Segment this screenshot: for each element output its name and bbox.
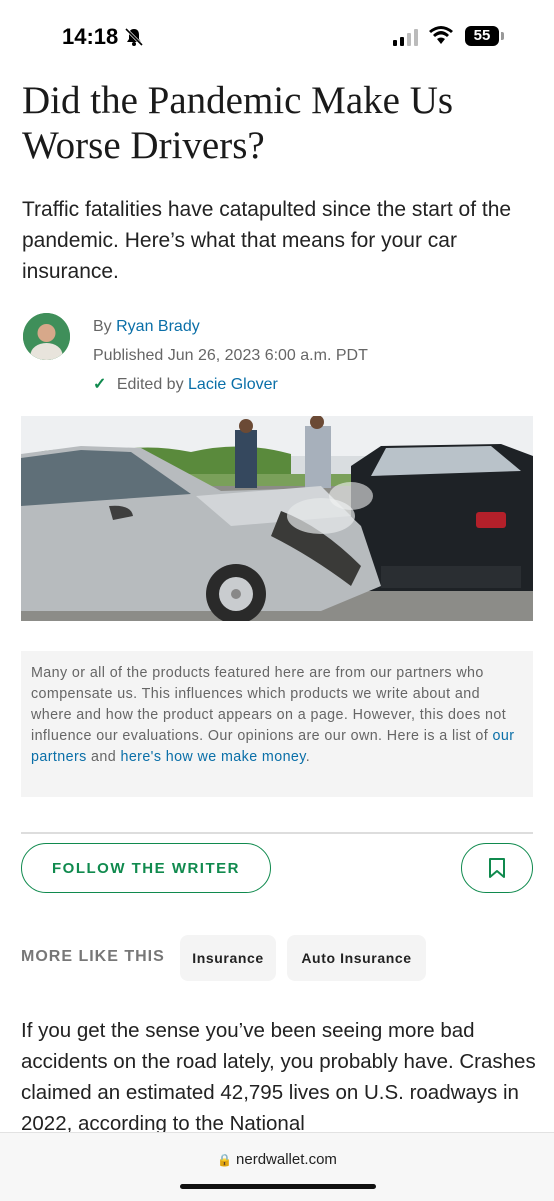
hero-image (21, 416, 533, 621)
status-time: 14:18 (62, 24, 119, 49)
wifi-icon (429, 26, 453, 44)
bell-muted-icon (124, 27, 144, 47)
article-subhead: Traffic fatalities have catapulted since… (22, 198, 512, 283)
check-icon: ✓ (93, 376, 107, 393)
lock-icon: 🔒 (217, 1153, 233, 1167)
url-display[interactable]: 🔒 nerdwallet.com (0, 1151, 554, 1168)
home-indicator[interactable] (180, 1184, 376, 1189)
bookmark-icon (489, 858, 505, 878)
follow-writer-button[interactable]: FOLLOW THE WRITER (21, 843, 271, 893)
browser-url-bar[interactable]: 🔒 nerdwallet.com (0, 1132, 554, 1201)
by-prefix: By (93, 318, 112, 335)
battery-tip (501, 32, 504, 40)
disclosure-end: . (305, 749, 311, 765)
author-avatar[interactable] (23, 313, 70, 360)
editor-line: ✓ Edited by Lacie Glover (93, 370, 368, 399)
article-body-paragraph: If you get the sense you’ve been seeing … (21, 1019, 536, 1135)
author-line: By Ryan Brady (93, 312, 368, 341)
status-bar: 14:18 55 (0, 0, 554, 70)
author-link[interactable]: Ryan Brady (116, 318, 200, 335)
article-headline: Did the Pandemic Make Us Worse Drivers? (22, 79, 454, 167)
disclosure-and: and (91, 749, 117, 765)
editor-link[interactable]: Lacie Glover (188, 376, 278, 393)
battery-icon: 55 (465, 26, 499, 46)
more-like-this-label: MORE LIKE THIS (21, 948, 165, 965)
bookmark-button[interactable] (461, 843, 533, 893)
tag-auto-insurance[interactable]: Auto Insurance (287, 935, 426, 981)
how-we-make-money-link[interactable]: here's how we make money (120, 749, 305, 765)
car-crash-photo (21, 416, 533, 621)
tag-insurance[interactable]: Insurance (180, 935, 276, 981)
avatar-image (23, 313, 70, 360)
divider (21, 832, 533, 834)
signal-icon (393, 28, 418, 46)
edited-prefix: Edited by (116, 376, 184, 393)
byline: By Ryan Brady Published Jun 26, 2023 6:0… (93, 312, 368, 399)
disclosure-text: Many or all of the products featured her… (31, 665, 507, 744)
url-text: nerdwallet.com (236, 1151, 337, 1168)
partner-disclosure: Many or all of the products featured her… (21, 651, 533, 797)
published-date: Published Jun 26, 2023 6:00 a.m. PDT (93, 347, 368, 364)
